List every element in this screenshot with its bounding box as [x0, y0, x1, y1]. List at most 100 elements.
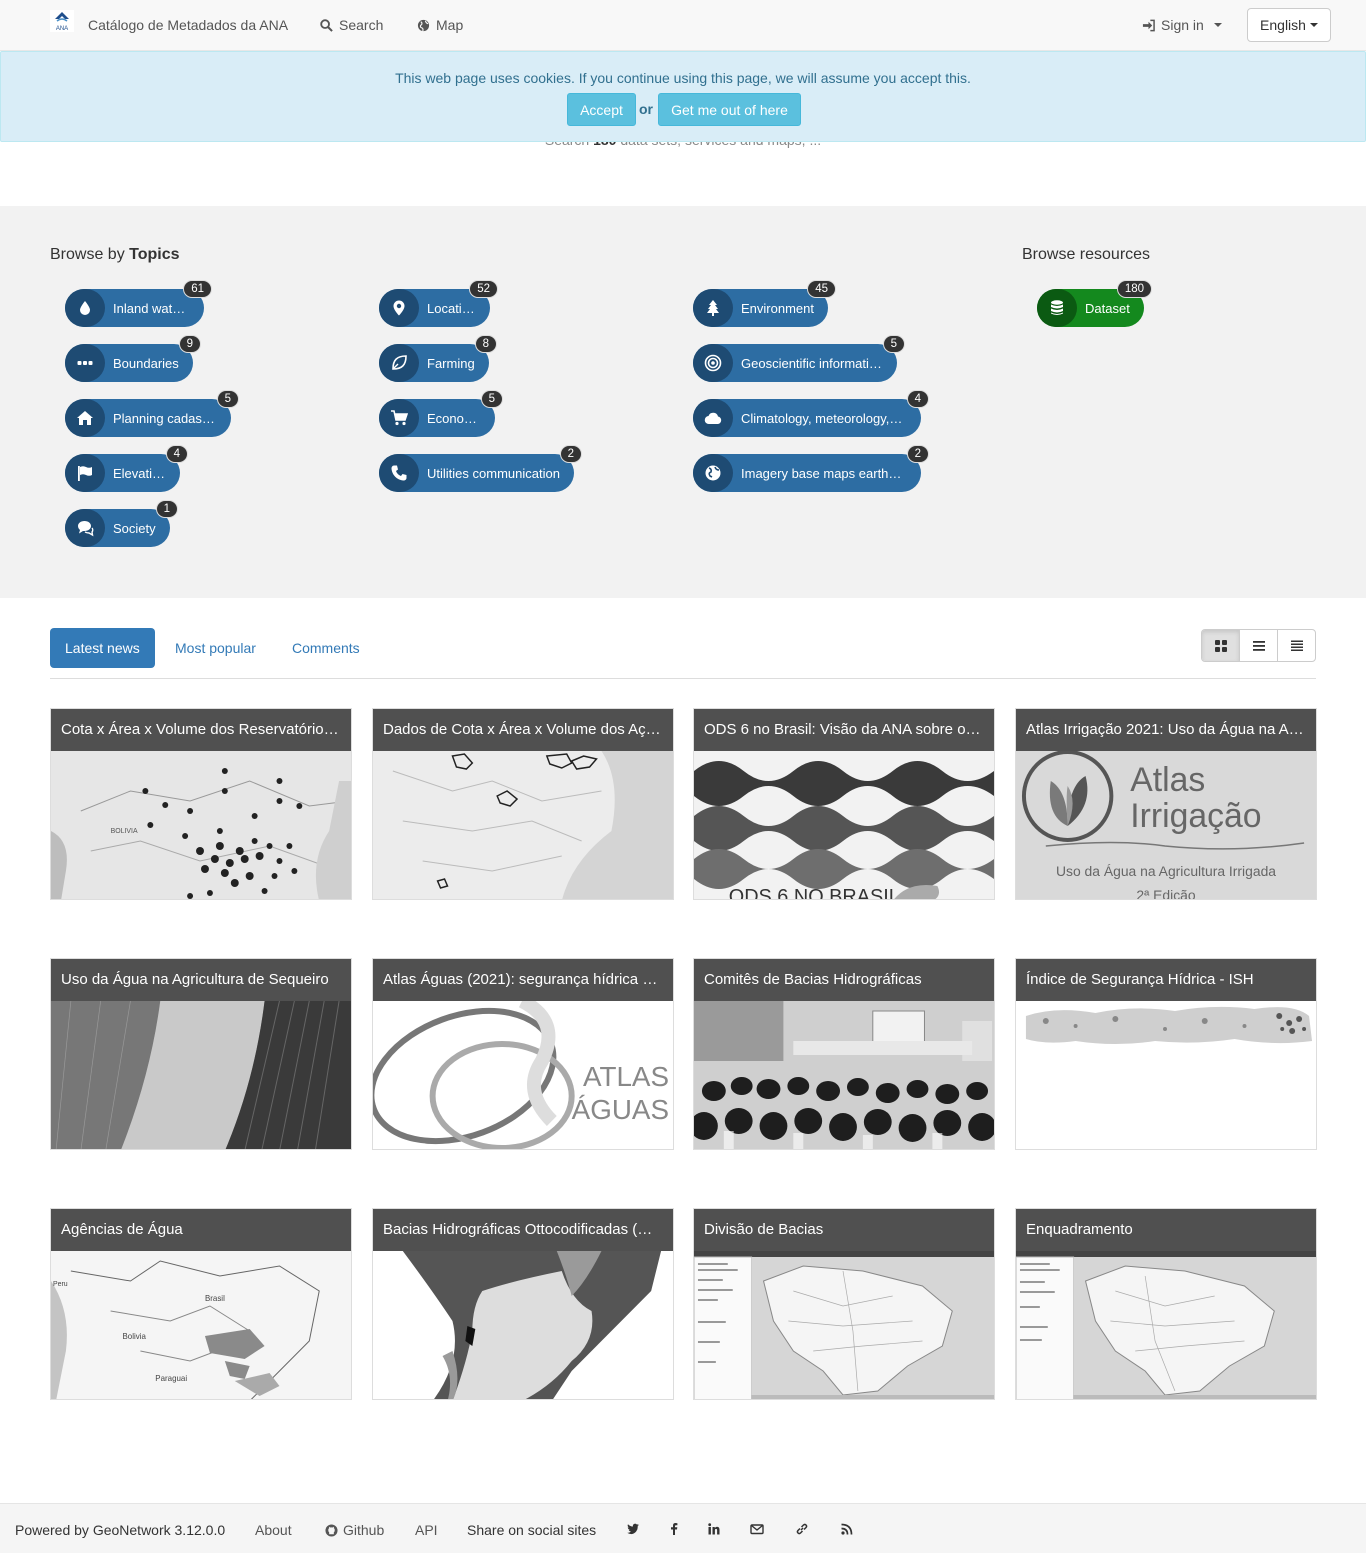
record-title[interactable]: Dados de Cota x Área x Volume dos Açudes: [373, 709, 673, 751]
grid-view-button[interactable]: [1202, 630, 1240, 661]
record-title[interactable]: Agências de Água: [51, 1209, 351, 1251]
share-label: Share on social sites: [467, 1522, 597, 1538]
decline-cookies-button[interactable]: Get me out of here: [658, 93, 801, 126]
record-card[interactable]: Uso da Água na Agricultura de Sequeiro: [50, 958, 352, 1150]
shopping-cart-icon: [379, 399, 419, 437]
atlas-irrigacao-title-2: Irrigação: [1130, 797, 1261, 835]
tab-latest-news[interactable]: Latest news: [50, 628, 155, 668]
record-thumbnail[interactable]: Atlas Irrigação Uso da Água na Agricultu…: [1016, 751, 1316, 900]
record-card[interactable]: Agências de Água Brasil Bolivia Paraguai…: [50, 1208, 352, 1400]
map-label-bolivia: Bolivia: [123, 1332, 147, 1341]
ana-logo[interactable]: ANA: [50, 10, 74, 32]
globe-icon: [693, 454, 733, 492]
topic-elevation[interactable]: Elevation 4: [65, 445, 188, 492]
topic-label: Farming: [427, 355, 475, 371]
record-card[interactable]: Atlas Irrigação 2021: Uso da Água na Agr…: [1015, 708, 1317, 900]
topic-label: Inland waters: [113, 300, 191, 316]
sign-in-label: Sign in: [1161, 17, 1204, 33]
github-icon: [325, 1523, 338, 1537]
link-icon[interactable]: [795, 1522, 809, 1536]
record-card[interactable]: Índice de Segurança Hídrica - ISH: [1015, 958, 1317, 1150]
topic-climatology[interactable]: Climatology, meteorology, atmosphere 4: [693, 390, 929, 437]
browse-section: Browse by Topics Browse resources Inland…: [0, 206, 1366, 598]
record-title[interactable]: Atlas Águas (2021): segurança hídrica do…: [373, 959, 673, 1001]
topic-imagery-base-maps[interactable]: Imagery base maps earth cover 2: [693, 445, 929, 492]
topic-label: Planning cadastre: [113, 410, 218, 426]
tab-most-popular[interactable]: Most popular: [160, 628, 271, 668]
record-thumbnail[interactable]: ODS 6 NO BRASIL: [694, 751, 994, 900]
topic-farming[interactable]: Farming 8: [379, 335, 497, 382]
topic-planning-cadastre[interactable]: Planning cadastre 5: [65, 390, 239, 437]
record-thumbnail[interactable]: [694, 1001, 994, 1149]
record-card[interactable]: Bacias Hidrográficas Ottocodificadas (Ní…: [372, 1208, 674, 1400]
atlas-irrigacao-edition: 2ª Edição: [1136, 887, 1195, 900]
record-title[interactable]: Divisão de Bacias: [694, 1209, 994, 1251]
powered-by-link[interactable]: Powered by GeoNetwork 3.12.0.0: [15, 1522, 225, 1538]
record-thumbnail[interactable]: [373, 751, 673, 899]
record-title[interactable]: Índice de Segurança Hídrica - ISH: [1016, 959, 1316, 1001]
resource-dataset[interactable]: Dataset 180: [1037, 280, 1152, 327]
linkedin-icon[interactable]: [707, 1522, 721, 1536]
nav-search-link[interactable]: Search: [320, 17, 383, 33]
rss-icon[interactable]: [840, 1522, 854, 1536]
record-thumbnail[interactable]: [373, 1251, 673, 1399]
record-card[interactable]: Dados de Cota x Área x Volume dos Açudes: [372, 708, 674, 900]
topic-society[interactable]: Society 1: [65, 500, 178, 547]
record-thumbnail[interactable]: [1016, 1251, 1316, 1399]
sign-in-dropdown[interactable]: Sign in: [1142, 17, 1222, 33]
record-card[interactable]: Atlas Águas (2021): segurança hídrica do…: [372, 958, 674, 1150]
record-title[interactable]: Comitês de Bacias Hidrográficas: [694, 959, 994, 1001]
record-title[interactable]: Bacias Hidrográficas Ottocodificadas (Ní…: [373, 1209, 673, 1251]
topic-utilities-communication[interactable]: Utilities communication 2: [379, 445, 582, 492]
topic-geoscientific-information[interactable]: Geoscientific information 5: [693, 335, 905, 382]
record-title[interactable]: Atlas Irrigação 2021: Uso da Água na Agr…: [1016, 709, 1316, 751]
top-navbar: ANA Catálogo de Metadados da ANA Search …: [0, 0, 1366, 51]
record-thumbnail[interactable]: ATLAS ÁGUAS: [373, 1001, 673, 1149]
record-thumbnail[interactable]: [51, 1001, 351, 1149]
topic-count-badge: 1: [155, 500, 178, 518]
nav-map-link[interactable]: Map: [417, 17, 463, 33]
record-card[interactable]: Divisão de Bacias: [693, 1208, 995, 1400]
tab-comments[interactable]: Comments: [277, 628, 375, 668]
record-thumbnail[interactable]: BOLIVIA: [51, 751, 351, 899]
record-thumbnail[interactable]: [694, 1251, 994, 1399]
topic-label: Geoscientific information: [741, 355, 884, 371]
record-card[interactable]: ODS 6 no Brasil: Visão da ANA sobre os i…: [693, 708, 995, 900]
envelope-icon[interactable]: [750, 1522, 764, 1536]
brand-title[interactable]: Catálogo de Metadados da ANA: [88, 17, 288, 33]
list-view-button[interactable]: [1240, 630, 1278, 661]
record-thumbnail[interactable]: [1016, 1001, 1316, 1149]
topic-label: Climatology, meteorology, atmosphere: [741, 410, 917, 426]
ods-thumb-text: ODS 6 NO BRASIL: [729, 886, 900, 900]
topic-location[interactable]: Location 52: [379, 280, 498, 327]
topic-count-badge: 61: [183, 280, 212, 298]
record-title[interactable]: ODS 6 no Brasil: Visão da ANA sobre os i…: [694, 709, 994, 751]
topic-label: Utilities communication: [427, 465, 560, 481]
accept-cookies-button[interactable]: Accept: [567, 93, 636, 126]
home-icon: [65, 399, 105, 437]
logo-text: ANA: [56, 26, 68, 32]
record-thumbnail[interactable]: Brasil Bolivia Paraguai Peru: [51, 1251, 351, 1399]
about-link[interactable]: About: [255, 1522, 292, 1538]
record-title[interactable]: Cota x Área x Volume dos Reservatórios d…: [51, 709, 351, 751]
record-card[interactable]: Enquadramento: [1015, 1208, 1317, 1400]
topic-economy[interactable]: Economy 5: [379, 390, 503, 437]
table-view-button[interactable]: [1278, 630, 1315, 661]
tree-icon: [693, 289, 733, 327]
topic-inland-waters[interactable]: Inland waters 61: [65, 280, 212, 327]
language-selector[interactable]: English: [1247, 8, 1331, 42]
record-title[interactable]: Uso da Água na Agricultura de Sequeiro: [51, 959, 351, 1001]
api-link[interactable]: API: [415, 1522, 438, 1538]
topic-count-badge: 2: [559, 445, 582, 463]
facebook-icon[interactable]: [667, 1522, 681, 1536]
map-marker-icon: [379, 289, 419, 327]
topic-label: Elevation: [113, 465, 167, 481]
topic-environment[interactable]: Environment 45: [693, 280, 836, 327]
twitter-icon[interactable]: [626, 1522, 640, 1536]
record-title[interactable]: Enquadramento: [1016, 1209, 1316, 1251]
github-link[interactable]: Github: [325, 1522, 384, 1538]
record-card[interactable]: Comitês de Bacias Hidrográficas: [693, 958, 995, 1150]
topic-boundaries[interactable]: Boundaries 9: [65, 335, 201, 382]
tabs-divider: [50, 678, 1316, 679]
record-card[interactable]: Cota x Área x Volume dos Reservatórios d…: [50, 708, 352, 900]
